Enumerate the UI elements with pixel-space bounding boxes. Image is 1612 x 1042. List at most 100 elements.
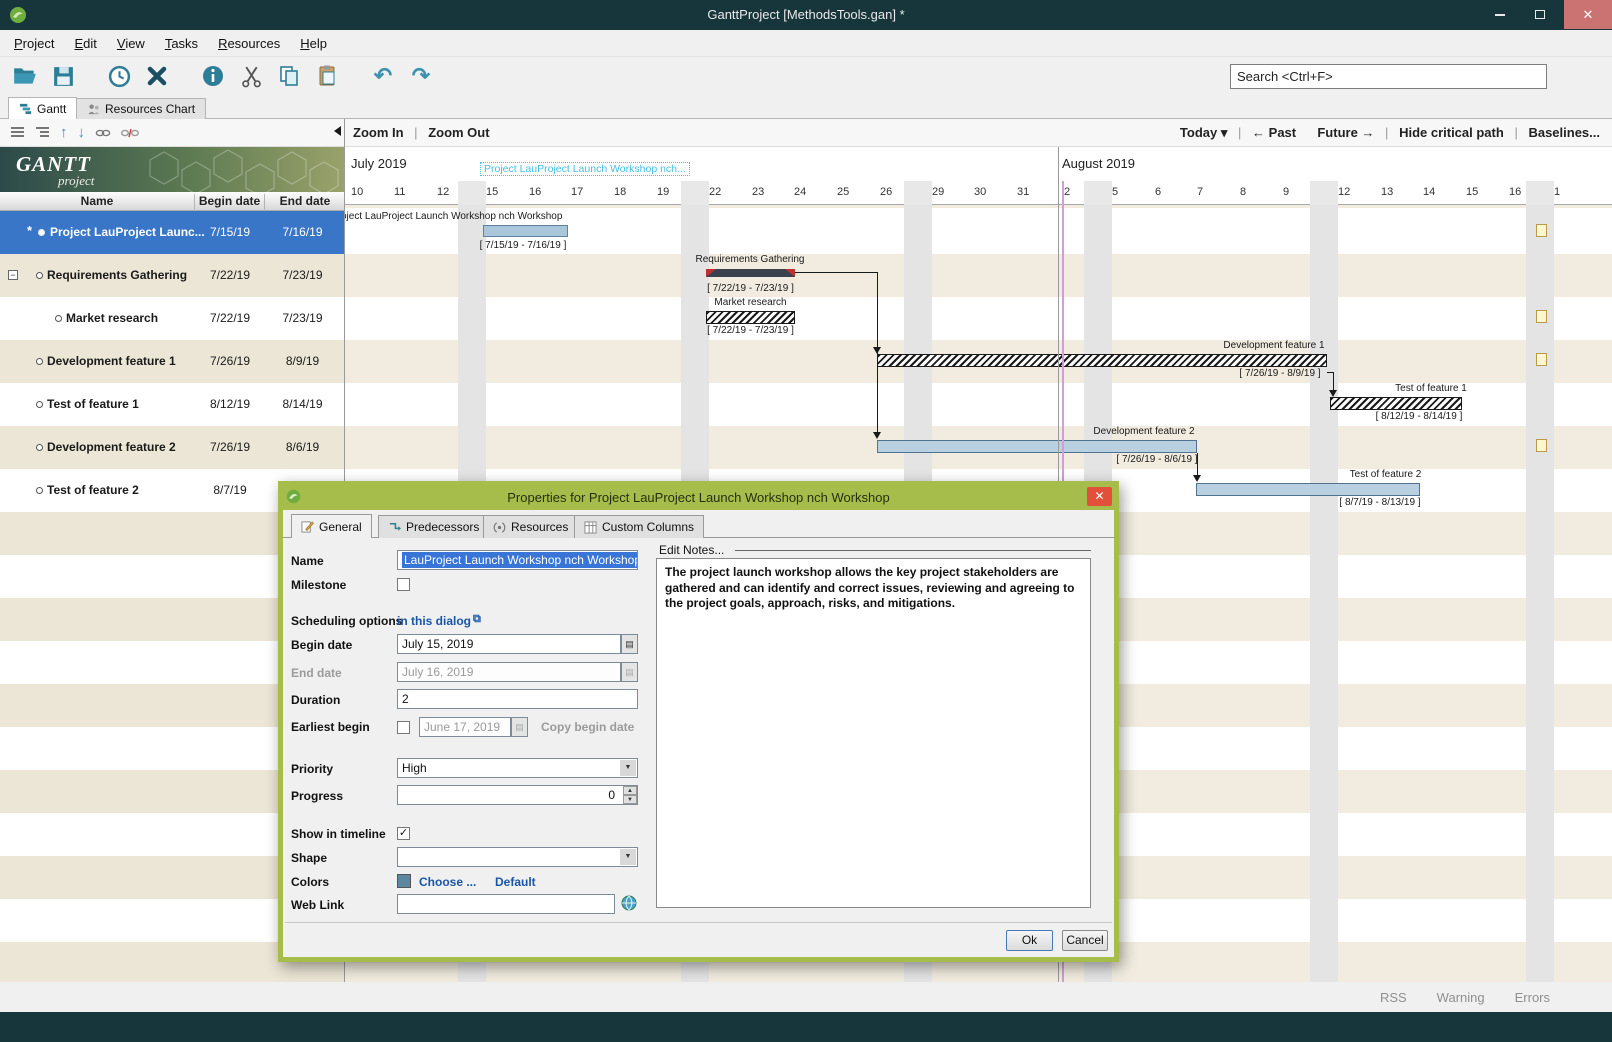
- timeline-task-label[interactable]: Project LauProject Launch Workshop nch..…: [480, 162, 690, 176]
- search-input[interactable]: [1230, 64, 1547, 89]
- dialog-title-bar[interactable]: Properties for Project LauProject Launch…: [283, 486, 1114, 510]
- dialog-tab-predecessors[interactable]: Predecessors: [378, 515, 489, 538]
- task-list-icon[interactable]: [10, 126, 25, 139]
- today-dropdown-icon[interactable]: ▾: [1221, 125, 1228, 140]
- ok-button[interactable]: Ok: [1006, 930, 1053, 951]
- close-button[interactable]: ✕: [1564, 0, 1612, 29]
- table-row[interactable]: Development feature 2 7/26/19 8/6/19: [0, 426, 344, 469]
- menu-project[interactable]: Project: [4, 32, 64, 55]
- zoom-in-link[interactable]: Zoom In: [353, 125, 404, 140]
- column-header-end-date[interactable]: End date: [265, 194, 345, 211]
- dialog-close-button[interactable]: ✕: [1087, 487, 1112, 506]
- undo-button[interactable]: ↶: [366, 60, 400, 92]
- note-icon[interactable]: [1536, 224, 1547, 237]
- tab-gantt[interactable]: Gantt: [8, 97, 77, 119]
- notes-textarea[interactable]: The project launch workshop allows the k…: [656, 558, 1091, 908]
- earliest-begin-checkbox[interactable]: [397, 721, 410, 734]
- task-name: Development feature 1: [47, 354, 176, 368]
- column-header-begin-date[interactable]: Begin date: [195, 194, 265, 211]
- name-input[interactable]: LauProject Launch Workshop nch Workshop: [397, 550, 638, 570]
- dialog-tab-label: Predecessors: [406, 520, 479, 534]
- unlink-tasks-icon[interactable]: [121, 127, 139, 139]
- column-header-name[interactable]: Name: [0, 194, 195, 211]
- link-tasks-icon[interactable]: [95, 127, 111, 139]
- move-up-icon[interactable]: ↑: [60, 124, 68, 141]
- scheduling-options-link[interactable]: in this dialog: [397, 614, 471, 628]
- web-link-globe-icon[interactable]: [621, 895, 637, 916]
- today-link[interactable]: Today: [1180, 125, 1217, 140]
- dialog-tab-general[interactable]: General: [291, 514, 372, 538]
- minimize-button[interactable]: [1480, 0, 1520, 29]
- task-bar-project[interactable]: [483, 225, 568, 237]
- spin-down-icon[interactable]: ▼: [623, 795, 637, 804]
- move-down-icon[interactable]: ↓: [78, 124, 86, 141]
- maximize-button[interactable]: [1520, 0, 1560, 29]
- begin-date-input[interactable]: July 15, 2019: [397, 634, 621, 654]
- task-bar-summary-critical[interactable]: [706, 269, 795, 277]
- table-row[interactable]: * Project LauProject Launc... 7/15/19 7/…: [0, 211, 344, 254]
- note-icon[interactable]: [1536, 310, 1547, 323]
- note-icon[interactable]: [1536, 439, 1547, 452]
- dialog-tab-custom-columns[interactable]: Custom Columns: [574, 515, 704, 538]
- progress-spinner[interactable]: 0: [397, 785, 638, 805]
- menu-resources[interactable]: Resources: [208, 32, 290, 55]
- cut-button[interactable]: [234, 60, 268, 92]
- menu-view[interactable]: View: [107, 32, 155, 55]
- delete-task-button[interactable]: [140, 60, 174, 92]
- menu-edit[interactable]: Edit: [64, 32, 106, 55]
- splitter-collapse-icon[interactable]: [334, 126, 341, 136]
- task-bar-critical[interactable]: [877, 354, 1327, 367]
- warning-status[interactable]: Warning: [1437, 990, 1485, 1005]
- web-link-input[interactable]: [397, 894, 615, 914]
- save-project-button[interactable]: [46, 60, 80, 92]
- table-row[interactable]: Test of feature 1 8/12/19 8/14/19: [0, 383, 344, 426]
- task-bar-critical[interactable]: [706, 311, 795, 324]
- begin-date-picker-button[interactable]: ▤: [621, 634, 638, 654]
- shape-select[interactable]: ▼: [397, 847, 638, 867]
- copy-icon: [277, 64, 301, 88]
- month-label: July 2019: [351, 156, 407, 171]
- menu-tasks[interactable]: Tasks: [155, 32, 208, 55]
- table-row[interactable]: − Requirements Gathering 7/22/19 7/23/19: [0, 254, 344, 297]
- open-project-button[interactable]: [8, 60, 42, 92]
- future-link[interactable]: Future →: [1317, 125, 1374, 140]
- show-in-timeline-checkbox[interactable]: ✓: [397, 827, 410, 840]
- task-properties-button[interactable]: [196, 60, 230, 92]
- task-bar[interactable]: [1196, 483, 1420, 496]
- past-link[interactable]: ← Past: [1252, 125, 1296, 140]
- edit-notes-title[interactable]: Edit Notes...: [659, 543, 724, 557]
- baselines-link[interactable]: Baselines...: [1528, 125, 1600, 140]
- default-color-link[interactable]: Default: [495, 875, 536, 889]
- tab-resources-chart[interactable]: Resources Chart: [76, 98, 206, 119]
- bar-label: Test of feature 1: [1381, 383, 1481, 394]
- paste-button[interactable]: [310, 60, 344, 92]
- priority-select[interactable]: High ▼: [397, 758, 638, 778]
- task-bar-critical[interactable]: [1330, 397, 1462, 410]
- milestone-checkbox[interactable]: [397, 578, 410, 591]
- redo-button[interactable]: ↷: [404, 60, 438, 92]
- custom-columns-tab-icon: [584, 521, 597, 534]
- zoom-out-link[interactable]: Zoom Out: [428, 125, 489, 140]
- spin-up-icon[interactable]: ▲: [623, 786, 637, 795]
- task-end-date: 7/16/19: [265, 225, 340, 239]
- task-bar[interactable]: [877, 440, 1197, 453]
- table-row[interactable]: Development feature 1 7/26/19 8/9/19: [0, 340, 344, 383]
- cancel-button[interactable]: Cancel: [1062, 930, 1108, 951]
- scheduling-button[interactable]: [102, 60, 136, 92]
- copy-button[interactable]: [272, 60, 306, 92]
- errors-status[interactable]: Errors: [1515, 990, 1550, 1005]
- indent-list-icon[interactable]: [35, 126, 50, 139]
- dialog-tab-resources[interactable]: Resources: [483, 515, 578, 538]
- color-swatch[interactable]: [397, 874, 411, 888]
- hide-critical-path-link[interactable]: Hide critical path: [1399, 125, 1504, 140]
- task-name: Development feature 2: [47, 440, 176, 454]
- note-icon[interactable]: [1536, 353, 1547, 366]
- menu-help[interactable]: Help: [290, 32, 337, 55]
- duration-input[interactable]: 2: [397, 689, 638, 709]
- info-icon: [201, 64, 225, 88]
- table-row[interactable]: Market research 7/22/19 7/23/19: [0, 297, 344, 340]
- scheduling-options-icon[interactable]: ⧉: [473, 613, 481, 626]
- collapse-expander-icon[interactable]: −: [8, 270, 18, 280]
- rss-status[interactable]: RSS: [1380, 990, 1407, 1005]
- choose-color-link[interactable]: Choose ...: [419, 875, 476, 889]
